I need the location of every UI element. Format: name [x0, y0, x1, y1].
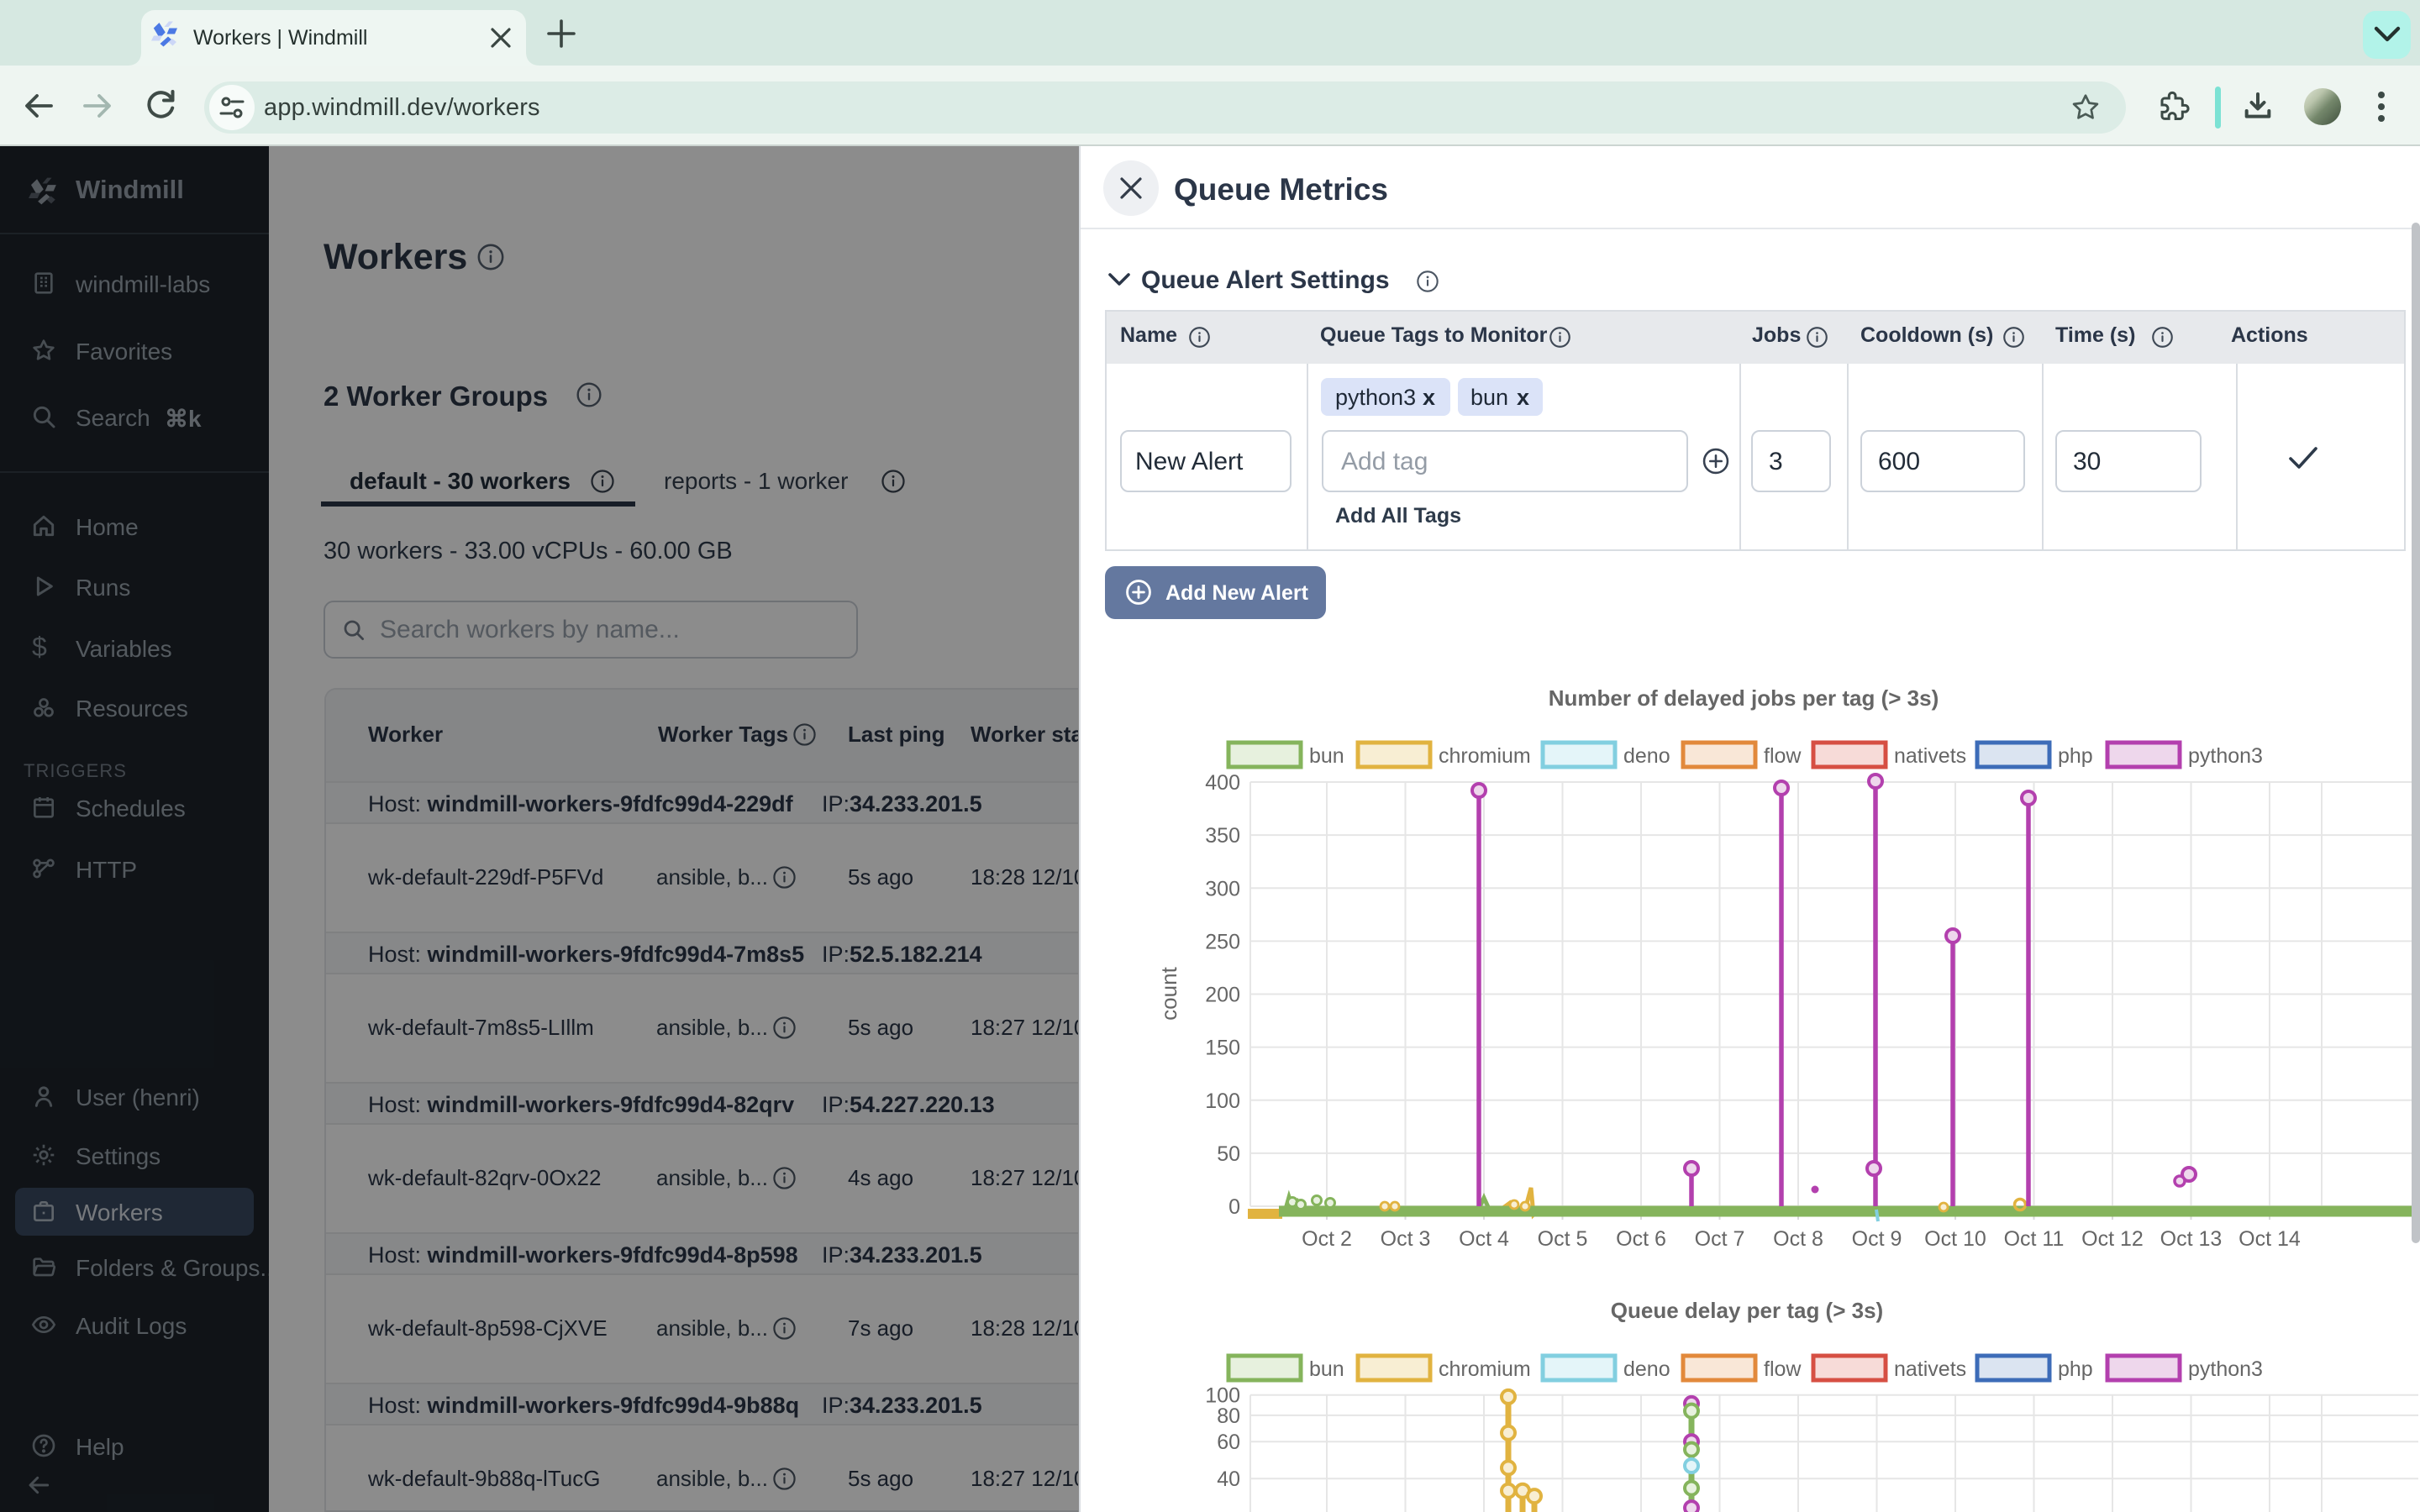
svg-text:bun: bun [1309, 1357, 1344, 1381]
svg-text:chromium: chromium [1439, 1357, 1531, 1381]
svg-text:python3: python3 [2188, 744, 2263, 768]
svg-text:Oct 7: Oct 7 [1695, 1227, 1745, 1251]
svg-text:0: 0 [1228, 1195, 1240, 1219]
svg-text:50: 50 [1217, 1142, 1240, 1166]
svg-text:300: 300 [1205, 877, 1240, 900]
svg-text:nativets: nativets [1894, 1357, 1966, 1381]
svg-text:php: php [2058, 744, 2093, 768]
svg-text:bun: bun [1309, 744, 1344, 768]
svg-text:400: 400 [1205, 771, 1240, 795]
svg-text:chromium: chromium [1439, 744, 1531, 768]
svg-text:60: 60 [1217, 1431, 1240, 1454]
svg-text:Oct 10: Oct 10 [1924, 1227, 1986, 1251]
svg-text:150: 150 [1205, 1037, 1240, 1060]
svg-text:Oct 6: Oct 6 [1616, 1227, 1666, 1251]
svg-text:Oct 4: Oct 4 [1459, 1227, 1509, 1251]
svg-text:php: php [2058, 1357, 2093, 1381]
svg-text:Oct 9: Oct 9 [1852, 1227, 1902, 1251]
svg-text:80: 80 [1217, 1404, 1240, 1428]
svg-text:350: 350 [1205, 824, 1240, 848]
svg-text:Oct 12: Oct 12 [2081, 1227, 2144, 1251]
svg-text:nativets: nativets [1894, 744, 1966, 768]
svg-text:Number of delayed jobs per tag: Number of delayed jobs per tag (> 3s) [1549, 685, 1939, 711]
svg-text:250: 250 [1205, 930, 1240, 953]
svg-text:100: 100 [1205, 1089, 1240, 1113]
svg-text:deno: deno [1623, 1357, 1670, 1381]
svg-text:Oct 8: Oct 8 [1773, 1227, 1823, 1251]
svg-text:Oct 11: Oct 11 [2004, 1227, 2065, 1251]
svg-text:Oct 2: Oct 2 [1302, 1227, 1352, 1251]
svg-text:200: 200 [1205, 984, 1240, 1007]
svg-text:Queue delay per tag (> 3s): Queue delay per tag (> 3s) [1611, 1298, 1883, 1323]
svg-text:deno: deno [1623, 744, 1670, 768]
svg-text:Oct 3: Oct 3 [1381, 1227, 1431, 1251]
svg-text:flow: flow [1764, 744, 1802, 768]
svg-text:40: 40 [1217, 1467, 1240, 1491]
svg-text:Oct 13: Oct 13 [2160, 1227, 2223, 1251]
svg-text:count: count [1156, 966, 1181, 1020]
svg-text:flow: flow [1764, 1357, 1802, 1381]
svg-text:python3: python3 [2188, 1357, 2263, 1381]
svg-text:Oct 14: Oct 14 [2238, 1227, 2301, 1251]
svg-text:Oct 5: Oct 5 [1538, 1227, 1588, 1251]
